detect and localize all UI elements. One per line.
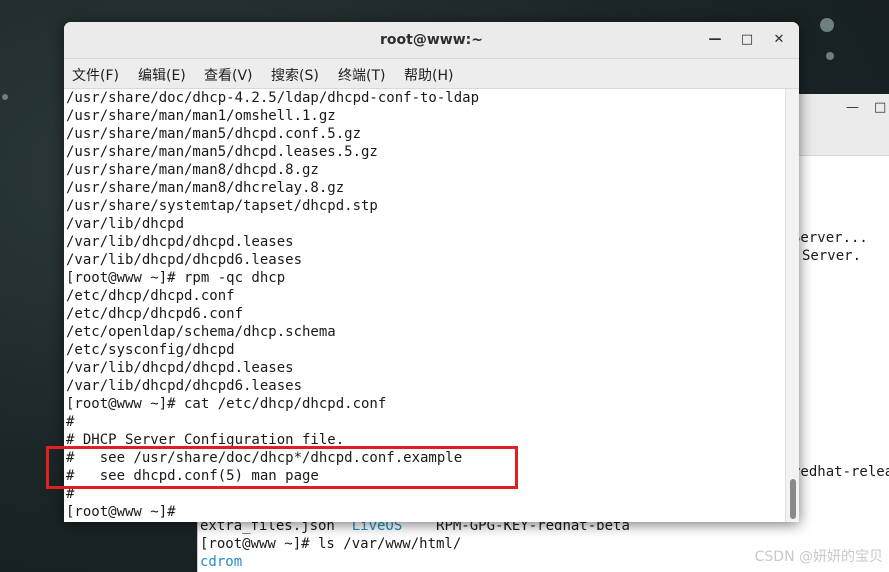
background-text-fragment: Server. <box>802 248 862 264</box>
scrollbar-thumb[interactable] <box>790 479 796 519</box>
terminal-line: /etc/dhcp/dhcpd6.conf <box>66 306 244 322</box>
menu-bar: 文件(F) 编辑(E) 查看(V) 搜索(S) 终端(T) 帮助(H) <box>64 59 799 89</box>
terminal-line: # <box>66 414 75 430</box>
terminal-line: /usr/share/man/man5/dhcpd.leases.5.gz <box>66 144 378 160</box>
terminal-output[interactable]: /usr/share/doc/dhcp-4.2.5/ldap/dhcpd-con… <box>64 89 785 522</box>
terminal-line: /etc/openldap/schema/dhcp.schema <box>66 324 336 340</box>
maximize-button[interactable]: □ <box>736 30 758 50</box>
watermark-text: CSDN @妍妍的宝贝 <box>754 549 883 565</box>
terminal-command-line: [root@www ~]# rpm -qc dhcp <box>66 270 286 286</box>
background-terminal-line: [root@www ~]# ls /var/www/html/ <box>200 536 462 552</box>
menu-terminal[interactable]: 终端(T) <box>338 65 385 85</box>
terminal-line: /var/lib/dhcpd/dhcpd.leases <box>66 234 294 250</box>
background-text-fragment: redhat-relea <box>792 464 889 480</box>
background-minimize-button[interactable]: — <box>846 100 859 115</box>
desktop-decoration-dot <box>2 94 8 100</box>
terminal-line: /usr/share/man/man8/dhcrelay.8.gz <box>66 180 345 196</box>
terminal-line: /usr/share/systemtap/tapset/dhcpd.stp <box>66 198 378 214</box>
terminal-window[interactable]: root@www:~ — □ ✕ 文件(F) 编辑(E) 查看(V) 搜索(S)… <box>64 22 799 522</box>
terminal-line: /var/lib/dhcpd/dhcpd6.leases <box>66 252 303 268</box>
terminal-line: /usr/share/doc/dhcp-4.2.5/ldap/dhcpd-con… <box>66 90 480 106</box>
terminal-scrollbar[interactable] <box>785 89 799 522</box>
terminal-command-line: [root@www ~]# cat /etc/dhcp/dhcpd.conf <box>66 396 387 412</box>
terminal-line: # <box>66 486 75 502</box>
terminal-line: /usr/share/man/man5/dhcpd.conf.5.gz <box>66 126 362 142</box>
background-terminal-line: cdrom <box>200 554 243 570</box>
minimize-button[interactable]: — <box>704 30 726 50</box>
terminal-line: # see /usr/share/doc/dhcp*/dhcpd.conf.ex… <box>66 450 463 466</box>
terminal-line: /var/lib/dhcpd/dhcpd6.leases <box>66 378 303 394</box>
menu-file[interactable]: 文件(F) <box>72 65 119 85</box>
menu-view[interactable]: 查看(V) <box>204 65 253 85</box>
background-maximize-button[interactable]: □ <box>874 100 886 115</box>
desktop-decoration-dot <box>820 18 834 32</box>
menu-help[interactable]: 帮助(H) <box>404 65 453 85</box>
terminal-line: # DHCP Server Configuration file. <box>66 432 345 448</box>
terminal-prompt-line: [root@www ~]# <box>66 504 176 520</box>
terminal-line: /usr/share/man/man8/dhcpd.8.gz <box>66 162 319 178</box>
terminal-line: /var/lib/dhcpd <box>66 216 185 232</box>
desktop-decoration-dot <box>826 52 834 60</box>
terminal-line: # see dhcpd.conf(5) man page <box>66 468 319 484</box>
window-titlebar[interactable]: root@www:~ — □ ✕ <box>64 22 799 59</box>
terminal-line: /usr/share/man/man1/omshell.1.gz <box>66 108 336 124</box>
menu-search[interactable]: 搜索(S) <box>271 65 319 85</box>
background-text-fragment: Server... <box>792 230 868 246</box>
terminal-line: /var/lib/dhcpd/dhcpd.leases <box>66 360 294 376</box>
close-button[interactable]: ✕ <box>768 30 790 50</box>
window-title: root@www:~ <box>380 32 483 48</box>
menu-edit[interactable]: 编辑(E) <box>138 65 186 85</box>
terminal-line: /etc/sysconfig/dhcpd <box>66 342 235 358</box>
terminal-line: /etc/dhcp/dhcpd.conf <box>66 288 235 304</box>
